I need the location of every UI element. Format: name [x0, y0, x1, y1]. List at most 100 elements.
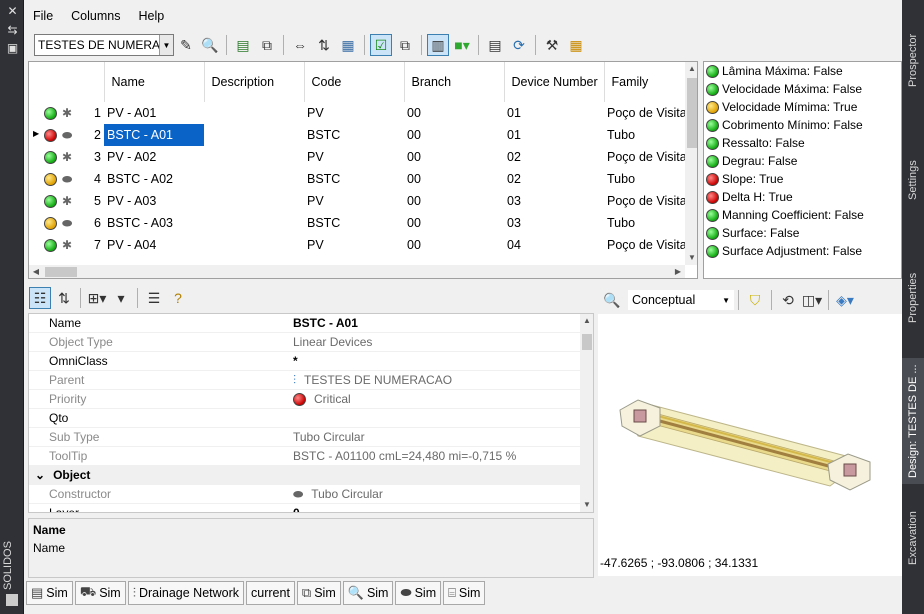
bottom-tab[interactable]: ▤ Sim [26, 581, 73, 605]
cell-description[interactable] [204, 146, 304, 168]
cell-code[interactable]: BSTC [304, 124, 404, 146]
sort-icon[interactable]: ⇅ [313, 34, 335, 56]
bottom-tab[interactable]: ⧉ Sim [296, 581, 341, 605]
col-header-code[interactable]: Code [304, 62, 405, 102]
table-row[interactable]: ⬬ 4 BSTC - A02 BSTC 00 02 Tubo [29, 168, 689, 190]
col-header-description[interactable]: Description [204, 62, 305, 102]
property-row[interactable]: Constructor ⬬ Tubo Circular [29, 485, 593, 504]
cell-family[interactable]: Tubo [604, 168, 689, 190]
cell-name[interactable]: BSTC - A03 [104, 212, 204, 234]
cell-branch[interactable]: 00 [404, 234, 504, 256]
col-header-device-number[interactable]: Device Number [504, 62, 605, 102]
categorized-icon[interactable]: ☷ [29, 287, 51, 309]
tab-settings[interactable]: Settings [902, 122, 924, 238]
refresh-icon[interactable]: ⟳ [508, 34, 530, 56]
row-header[interactable]: ⬬ 6 [29, 212, 104, 234]
check-item[interactable]: Ressalto: False [704, 134, 901, 152]
cell-description[interactable] [204, 102, 304, 124]
tab-prospector[interactable]: Prospector [902, 0, 924, 120]
cell-description[interactable] [204, 168, 304, 190]
check-item[interactable]: Velocidade Máxima: False [704, 80, 901, 98]
cell-code[interactable]: BSTC [304, 212, 404, 234]
cell-family[interactable]: Tubo [604, 124, 689, 146]
cell-name[interactable]: PV - A01 [104, 102, 204, 124]
network-select[interactable]: TESTES DE NUMERACAO ▼ [34, 34, 174, 56]
copy-icon[interactable]: ⧉ [256, 34, 278, 56]
panels-icon[interactable]: ▥ [427, 34, 449, 56]
cube-icon[interactable]: ■▾ [451, 34, 473, 56]
cell-device-number[interactable]: 02 [504, 146, 604, 168]
zoom-icon[interactable]: 🔍 [199, 34, 221, 56]
visual-style-select[interactable]: Conceptual ▼ [628, 290, 734, 310]
view-cube-icon[interactable]: ◫▾ [801, 289, 823, 311]
pin-icon[interactable]: ⇆ [6, 24, 19, 37]
menu-file[interactable]: File [24, 6, 62, 28]
cell-name[interactable]: BSTC - A02 [104, 168, 204, 190]
cell-device-number[interactable]: 04 [504, 234, 604, 256]
table-horizontal-scrollbar[interactable]: ◀ ▶ [29, 265, 685, 278]
cell-branch[interactable]: 00 [404, 168, 504, 190]
col-header-branch[interactable]: Branch [404, 62, 505, 102]
view3d-viewport[interactable]: -47.6265 ; -93.0806 ; 34.1331 [598, 314, 902, 576]
cell-device-number[interactable]: 03 [504, 212, 604, 234]
table-row[interactable]: ✱ 7 PV - A04 PV 00 04 Poço de Visita [29, 234, 689, 256]
tab-excavation[interactable]: Excavation [902, 488, 924, 588]
bottom-tab[interactable]: current [246, 581, 295, 605]
cell-device-number[interactable]: 03 [504, 190, 604, 212]
table-row[interactable]: ✱ 3 PV - A02 PV 00 02 Poço de Visita [29, 146, 689, 168]
cell-family[interactable]: Poço de Visita [604, 102, 689, 124]
cell-device-number[interactable]: 01 [504, 102, 604, 124]
orbit-icon[interactable]: ⟲ [777, 289, 799, 311]
check-item[interactable]: Lâmina Máxima: False [704, 62, 901, 80]
check-item[interactable]: Delta H: True [704, 188, 901, 206]
cell-branch[interactable]: 00 [404, 124, 504, 146]
bottom-tab[interactable]: ⫶ Drainage Network [127, 581, 245, 605]
help-icon[interactable]: ? [167, 287, 189, 309]
cell-family[interactable]: Tubo [604, 212, 689, 234]
cell-code[interactable]: PV [304, 102, 404, 124]
row-header[interactable]: ✱ 1 [29, 102, 104, 124]
check-item[interactable]: Degrau: False [704, 152, 901, 170]
collapse-icon[interactable]: ⌄ [35, 468, 45, 482]
cell-branch[interactable]: 00 [404, 212, 504, 234]
cell-name[interactable]: PV - A03 [104, 190, 204, 212]
property-row[interactable]: ToolTip BSTC - A01100 cmL=24,480 mi=-0,71… [29, 447, 593, 466]
cell-name[interactable]: PV - A02 [104, 146, 204, 168]
row-header[interactable]: ✱ 3 [29, 146, 104, 168]
cell-branch[interactable]: 00 [404, 190, 504, 212]
table-row[interactable]: ▶ ⬬ 2 BSTC - A01 BSTC 00 01 Tubo [29, 124, 689, 146]
bottom-tab[interactable]: ⌸ Sim [443, 581, 486, 605]
check-item[interactable]: Surface Adjustment: False [704, 242, 901, 260]
links-icon[interactable]: ⧉ [394, 34, 416, 56]
property-row[interactable]: Qto [29, 409, 593, 428]
expand-icon[interactable]: ⊞▾ [86, 287, 108, 309]
paint-bucket-icon[interactable]: ⛉ [744, 289, 766, 311]
properties-icon[interactable]: ▣ [6, 42, 19, 55]
property-row[interactable]: Layer 0 [29, 504, 593, 512]
filter-icon[interactable]: ▾ [110, 287, 132, 309]
cell-description[interactable] [204, 234, 304, 256]
cell-description[interactable] [204, 190, 304, 212]
row-header[interactable]: ▶ ⬬ 2 [29, 124, 104, 146]
cell-family[interactable]: Poço de Visita [604, 234, 689, 256]
cell-family[interactable]: Poço de Visita [604, 190, 689, 212]
property-category[interactable]: ⌄ Object [29, 466, 593, 485]
cell-description[interactable] [204, 212, 304, 234]
menu-columns[interactable]: Columns [62, 6, 129, 28]
check-item[interactable]: Cobrimento Mínimo: False [704, 116, 901, 134]
property-row[interactable]: Priority Critical [29, 390, 593, 409]
cell-device-number[interactable]: 02 [504, 168, 604, 190]
check-item[interactable]: Slope: True [704, 170, 901, 188]
cell-description[interactable] [204, 124, 304, 146]
cell-code[interactable]: PV [304, 234, 404, 256]
tools-icon[interactable]: ⚒ [541, 34, 563, 56]
check-icon[interactable]: ☑ [370, 34, 392, 56]
cell-code[interactable]: PV [304, 190, 404, 212]
zoom-icon[interactable]: 🔍 [601, 289, 623, 311]
bottom-tab[interactable]: ⬬ Sim [395, 581, 442, 605]
property-row[interactable]: Object Type Linear Devices [29, 333, 593, 352]
check-item[interactable]: Velocidade Mímima: True [704, 98, 901, 116]
col-header-family[interactable]: Family [604, 62, 690, 102]
cell-family[interactable]: Poço de Visita [604, 146, 689, 168]
cell-branch[interactable]: 00 [404, 102, 504, 124]
